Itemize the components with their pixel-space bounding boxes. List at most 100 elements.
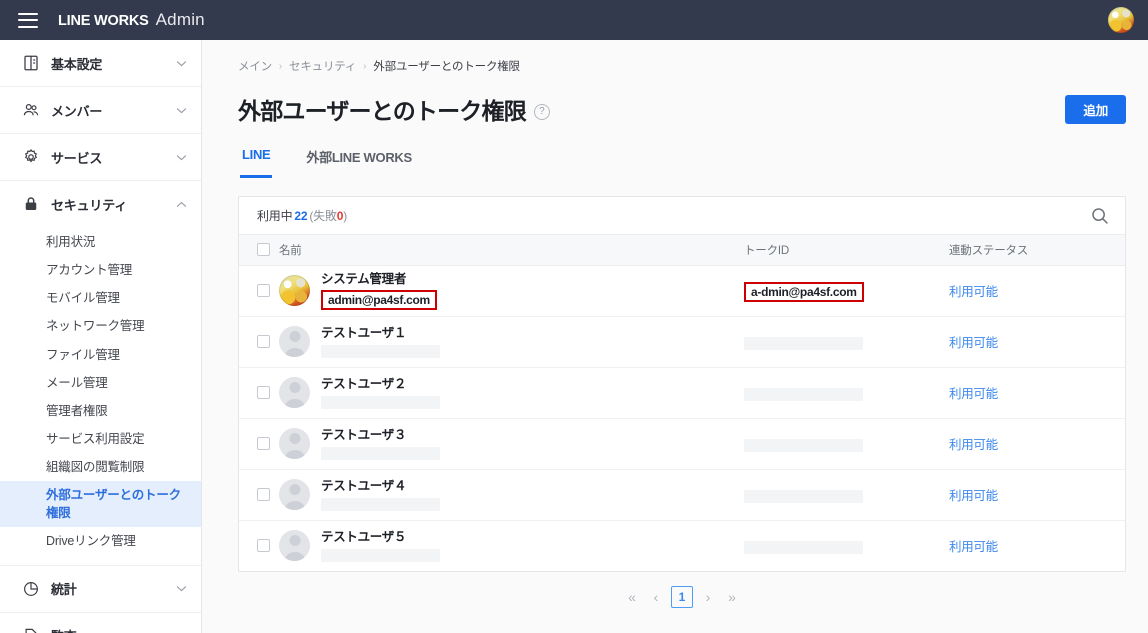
admin-console-page: LINE WORKS Admin 基本設定 メンバー サービス セキュリティ 利…: [0, 0, 1148, 633]
sidebar-item-members[interactable]: メンバー: [0, 87, 201, 133]
status-badge[interactable]: 利用可能: [949, 438, 998, 452]
chevron-down-icon: [176, 60, 187, 66]
row-checkbox[interactable]: [257, 386, 270, 399]
brand-secondary-label: Admin: [155, 10, 205, 29]
fail-suffix: ): [343, 209, 348, 223]
pagination-page-1[interactable]: 1: [671, 586, 693, 608]
pagination-next-icon[interactable]: ›: [699, 586, 717, 608]
sidebar-item-label: 統計: [51, 582, 77, 597]
sidebar-subitem-org-chart-view-restriction[interactable]: 組織図の閲覧制限: [0, 453, 201, 481]
pagination: « ‹ 1 › »: [238, 572, 1126, 620]
tab-external-line-works[interactable]: 外部LINE WORKS: [304, 147, 413, 178]
breadcrumb-item-main[interactable]: メイン: [238, 58, 272, 74]
page-header: 外部ユーザーとのトーク権限 ? 追加: [238, 74, 1126, 126]
table-row[interactable]: テストユーザ２ 利用可能: [239, 367, 1125, 419]
masked-email-placeholder: [321, 345, 440, 359]
default-avatar-icon: [279, 530, 310, 562]
sidebar-group-audit: 監査: [0, 613, 201, 633]
row-name-cell: テストユーザ４: [279, 469, 744, 521]
row-name-cell: テストユーザ５: [279, 520, 744, 571]
sidebar-subitem-external-user-talk-permission[interactable]: 外部ユーザーとのトーク権限: [0, 481, 201, 528]
pagination-last-icon[interactable]: »: [723, 586, 741, 608]
in-use-count: 22: [294, 209, 308, 223]
brand-logo[interactable]: LINE WORKS Admin: [58, 10, 205, 30]
chevron-down-icon: [176, 586, 187, 592]
row-talk-id-cell: a-dmin@pa4sf.com: [744, 265, 949, 317]
question-mark-icon[interactable]: ?: [533, 103, 550, 120]
sidebar-subitem-mobile-management[interactable]: モバイル管理: [0, 284, 201, 312]
hamburger-icon[interactable]: [18, 12, 38, 28]
table-row[interactable]: システム管理者 admin@pa4sf.com a-dmin@pa4sf.com…: [239, 265, 1125, 317]
masked-email-placeholder: [321, 498, 440, 512]
pie-chart-icon: [24, 581, 38, 596]
user-text-block: テストユーザ１: [321, 325, 440, 359]
sidebar-subitem-service-usage-settings[interactable]: サービス利用設定: [0, 425, 201, 453]
gear-icon: [24, 148, 38, 163]
sidebar-subitem-account-management[interactable]: アカウント管理: [0, 256, 201, 284]
pagination-first-icon[interactable]: «: [623, 586, 641, 608]
table-body: システム管理者 admin@pa4sf.com a-dmin@pa4sf.com…: [239, 265, 1125, 571]
column-header-status: 連動ステータス: [949, 235, 1125, 266]
table-toolbar: 利用中 22 (失敗0): [239, 197, 1125, 235]
tab-line[interactable]: LINE: [240, 147, 273, 178]
default-avatar-icon: [279, 377, 310, 408]
status-badge[interactable]: 利用可能: [949, 540, 998, 554]
sidebar-item-audit[interactable]: 監査: [0, 613, 201, 633]
user-name: システム管理者: [321, 272, 407, 287]
external-users-table: 名前 トークID 連動ステータス システム管理者 admin@pa4sf.com…: [239, 235, 1125, 571]
sidebar-item-security[interactable]: セキュリティ: [0, 181, 201, 227]
status-badge[interactable]: 利用可能: [949, 285, 998, 299]
user-name: テストユーザ１: [321, 325, 407, 340]
sidebar-subitem-mail-management[interactable]: メール管理: [0, 369, 201, 397]
row-talk-id-cell: [744, 418, 949, 470]
user-name: テストユーザ５: [321, 530, 407, 545]
user-identity: テストユーザ５: [279, 529, 744, 563]
table-header-row: 名前 トークID 連動ステータス: [239, 235, 1125, 266]
row-select-cell: [239, 265, 279, 317]
usage-count-summary: 利用中 22 (失敗0): [257, 207, 347, 224]
table-row[interactable]: テストユーザ４ 利用可能: [239, 469, 1125, 521]
masked-talk-id-placeholder: [744, 439, 863, 452]
search-glyph: [1092, 207, 1108, 224]
table-row[interactable]: テストユーザ５ 利用可能: [239, 520, 1125, 571]
top-bar-right: [1108, 7, 1134, 33]
status-badge[interactable]: 利用可能: [949, 336, 998, 350]
user-text-block: システム管理者 admin@pa4sf.com: [321, 271, 437, 310]
row-checkbox[interactable]: [257, 335, 270, 348]
chevron-down-icon: [176, 107, 187, 113]
sidebar-subitem-file-management[interactable]: ファイル管理: [0, 341, 201, 369]
sidebar-item-label: メンバー: [51, 103, 103, 119]
sidebar-item-label: 監査: [51, 626, 77, 633]
status-badge[interactable]: 利用可能: [949, 489, 998, 503]
add-button[interactable]: 追加: [1065, 94, 1126, 124]
sidebar-subitem-network-management[interactable]: ネットワーク管理: [0, 312, 201, 340]
breadcrumb-separator-icon: ›: [363, 60, 367, 72]
sidebar-item-basic-settings[interactable]: 基本設定: [0, 40, 201, 86]
main-content: メイン › セキュリティ › 外部ユーザーとのトーク権限 外部ユーザーとのトーク…: [202, 40, 1148, 633]
row-status-cell: 利用可能: [949, 265, 1125, 317]
select-all-checkbox[interactable]: [257, 243, 270, 257]
chevron-up-icon: [176, 201, 187, 207]
page-body: 基本設定 メンバー サービス セキュリティ 利用状況 アカウント管理 モバイル管…: [0, 40, 1148, 633]
user-name: テストユーザ２: [321, 376, 407, 391]
table-row[interactable]: テストユーザ１ 利用可能: [239, 316, 1125, 368]
row-checkbox[interactable]: [257, 284, 270, 297]
breadcrumb-item-security[interactable]: セキュリティ: [289, 58, 356, 74]
sidebar-subitem-admin-permissions[interactable]: 管理者権限: [0, 397, 201, 425]
pagination-prev-icon[interactable]: ‹: [647, 586, 665, 608]
sidebar-item-services[interactable]: サービス: [0, 134, 201, 180]
status-badge[interactable]: 利用可能: [949, 387, 998, 401]
sidebar-item-statistics[interactable]: 統計: [0, 566, 201, 612]
user-identity: テストユーザ３: [279, 427, 744, 461]
row-checkbox[interactable]: [257, 437, 270, 450]
user-text-block: テストユーザ５: [321, 529, 440, 563]
table-row[interactable]: テストユーザ３ 利用可能: [239, 418, 1125, 470]
row-checkbox[interactable]: [257, 539, 270, 553]
user-avatar-photo[interactable]: [1108, 7, 1134, 33]
row-checkbox[interactable]: [257, 488, 270, 501]
search-icon[interactable]: [1089, 205, 1111, 227]
users-table-card: 利用中 22 (失敗0) 名前 トークID 連動ステータス システム管理者 ad…: [238, 196, 1126, 572]
sidebar-subitem-drive-link-management[interactable]: Driveリンク管理: [0, 527, 201, 555]
sidebar-subitem-usage-status[interactable]: 利用状況: [0, 228, 201, 256]
sidebar-group-services: サービス: [0, 134, 201, 181]
